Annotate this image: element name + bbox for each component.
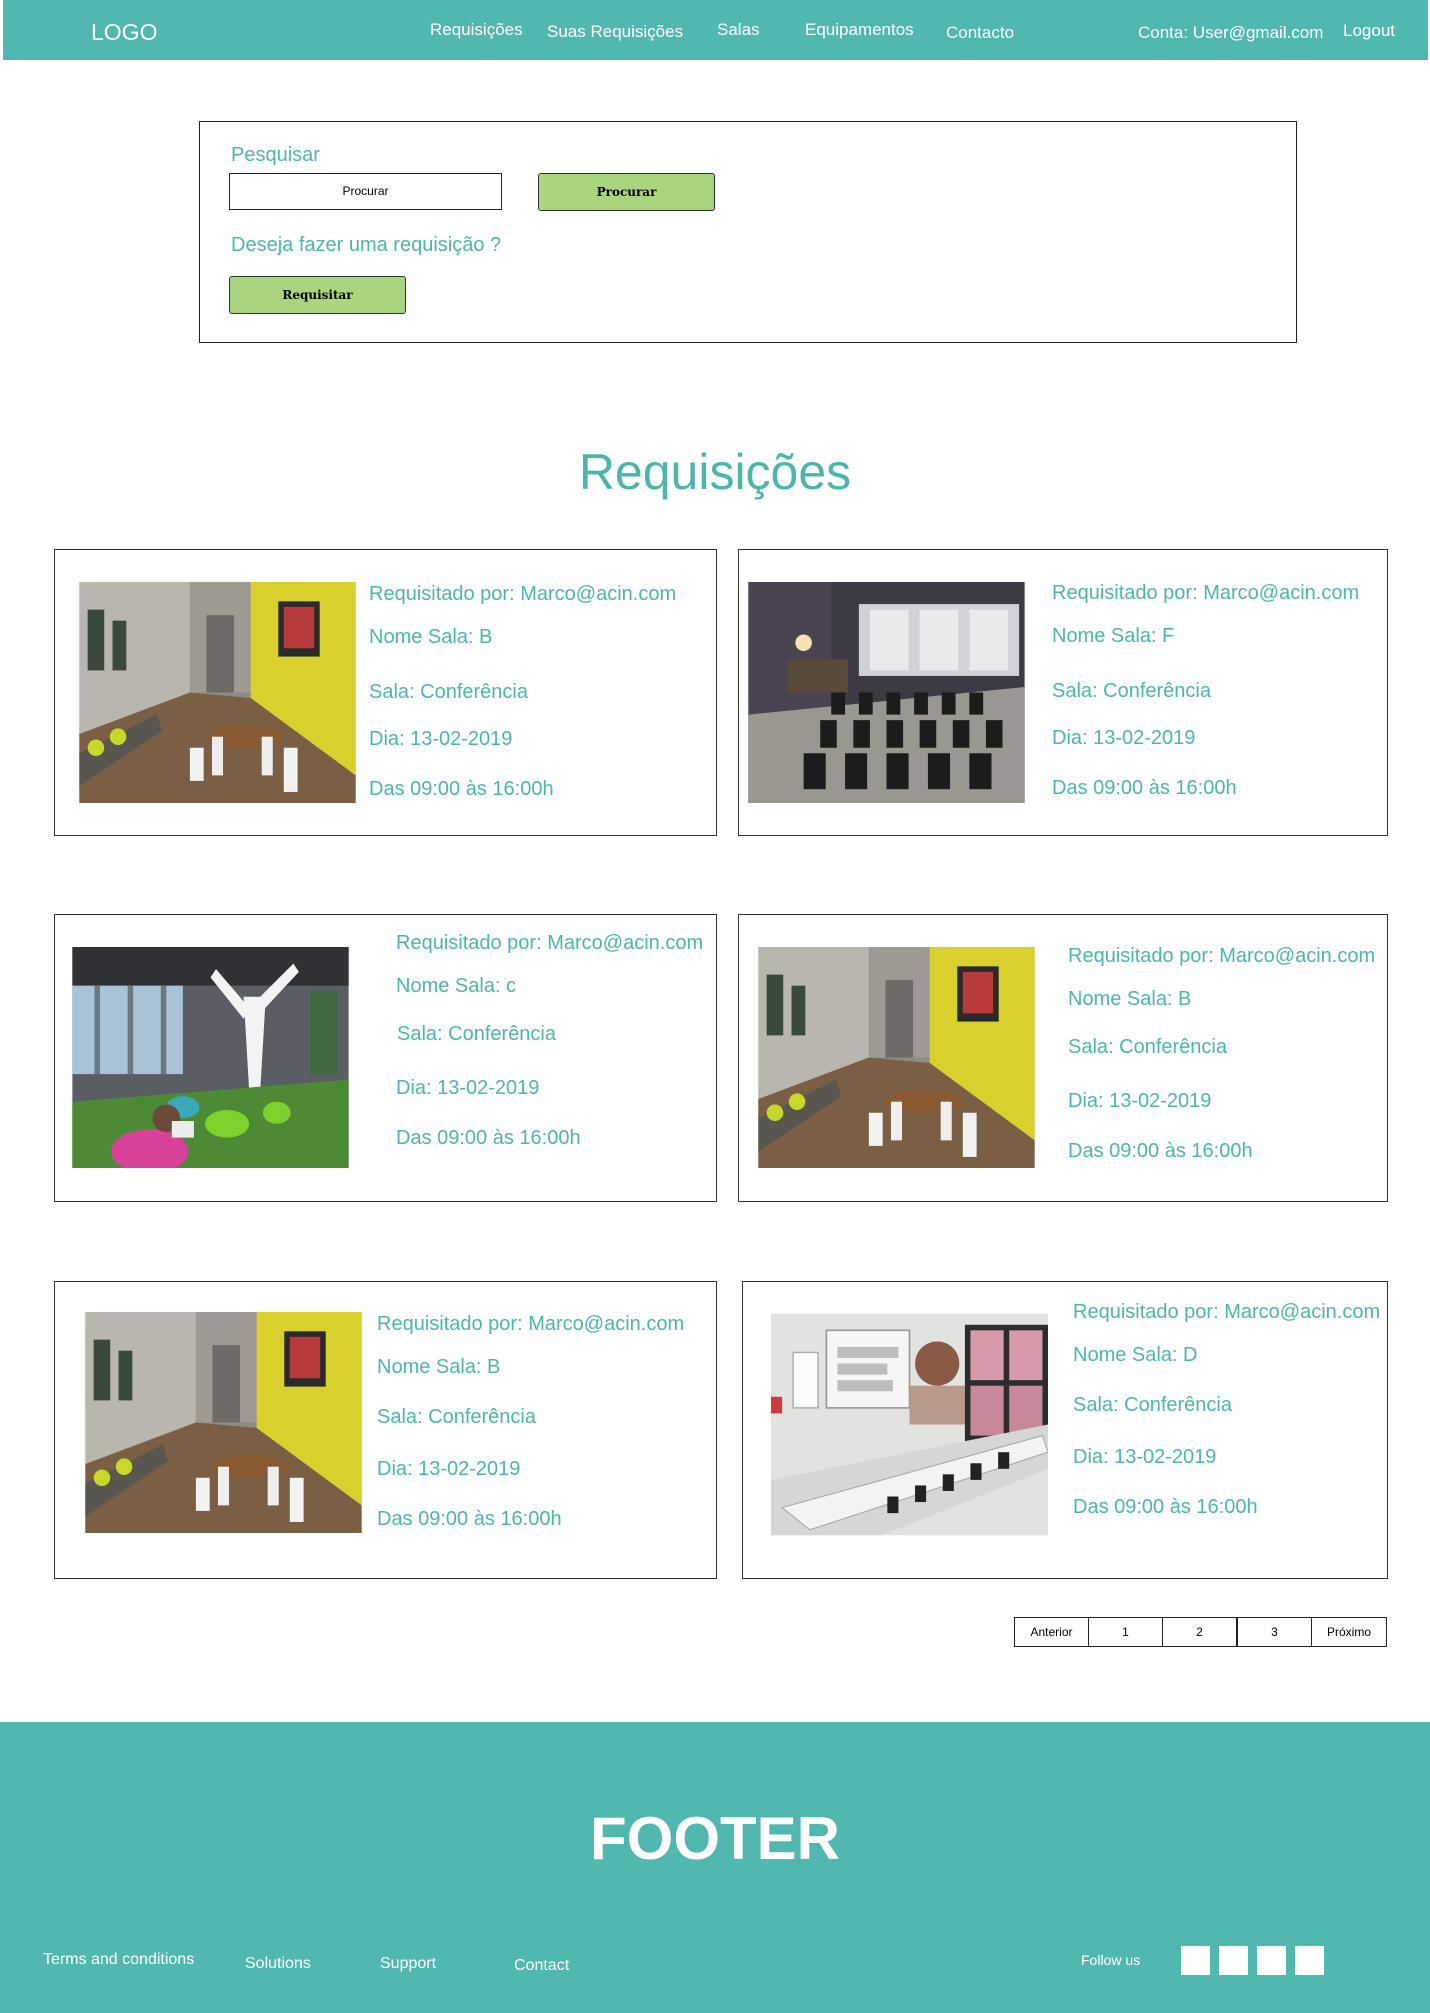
request-day: Dia: 13-02-2019: [377, 1458, 521, 1480]
room-photo: [748, 582, 1025, 803]
pagination-page-3[interactable]: 3: [1237, 1617, 1312, 1647]
room-name: Nome Sala: B: [1068, 988, 1192, 1010]
search-button[interactable]: Procurar: [538, 173, 715, 211]
logout-link[interactable]: Logout: [1343, 21, 1395, 41]
room-name: Nome Sala: D: [1073, 1344, 1198, 1366]
request-day: Dia: 13-02-2019: [396, 1077, 540, 1099]
room-photo: [758, 947, 1035, 1168]
room-type: Sala: Conferência: [1073, 1394, 1232, 1416]
room-name: Nome Sala: B: [369, 626, 493, 648]
page-title: Requisições: [578, 444, 852, 500]
request-hours: Das 09:00 às 16:00h: [396, 1127, 581, 1149]
nav-suas-requisicoes[interactable]: Suas Requisições: [547, 22, 683, 42]
pagination-next[interactable]: Próximo: [1311, 1617, 1387, 1647]
footer-link-support[interactable]: Support: [380, 1955, 436, 1973]
request-card[interactable]: Requisitado por: Marco@acin.com Nome Sal…: [54, 1281, 717, 1579]
request-day: Dia: 13-02-2019: [1068, 1090, 1212, 1112]
social-icon[interactable]: [1181, 1946, 1210, 1975]
social-icon[interactable]: [1219, 1946, 1248, 1975]
room-name: Nome Sala: c: [396, 975, 517, 997]
nav-equipamentos[interactable]: Equipamentos: [805, 20, 914, 40]
room-type: Sala: Conferência: [1052, 680, 1211, 702]
footer-title: FOOTER: [590, 1805, 840, 1872]
room-type: Sala: Conferência: [369, 681, 528, 703]
pagination-prev[interactable]: Anterior: [1014, 1617, 1089, 1647]
room-type: Sala: Conferência: [377, 1406, 536, 1428]
requested-by: Requisitado por: Marco@acin.com: [1073, 1301, 1381, 1323]
requested-by: Requisitado por: Marco@acin.com: [377, 1313, 685, 1335]
social-icon[interactable]: [1257, 1946, 1286, 1975]
requested-by: Requisitado por: Marco@acin.com: [1052, 582, 1360, 604]
pagination-page-2[interactable]: 2: [1162, 1617, 1237, 1647]
account-label[interactable]: Conta: User@gmail.com: [1138, 23, 1323, 43]
request-button[interactable]: Requisitar: [229, 276, 406, 314]
requested-by: Requisitado por: Marco@acin.com: [396, 932, 704, 954]
room-photo: [79, 582, 356, 803]
request-day: Dia: 13-02-2019: [1073, 1446, 1217, 1468]
nav-contacto[interactable]: Contacto: [946, 23, 1014, 43]
footer-link-contact[interactable]: Contact: [514, 1957, 569, 1975]
logo[interactable]: LOGO: [91, 19, 157, 46]
room-name: Nome Sala: F: [1052, 625, 1175, 647]
request-prompt: Deseja fazer uma requisição ?: [231, 234, 502, 256]
request-card[interactable]: Requisitado por: Marco@acin.com Nome Sal…: [742, 1281, 1388, 1579]
footer-link-solutions[interactable]: Solutions: [245, 1955, 311, 1973]
request-card[interactable]: Requisitado por: Marco@acin.com Nome Sal…: [738, 914, 1388, 1202]
footer-link-terms[interactable]: Terms and conditions: [43, 1951, 194, 1969]
search-input[interactable]: Procurar: [229, 173, 502, 210]
room-name: Nome Sala: B: [377, 1356, 501, 1378]
room-type: Sala: Conferência: [397, 1023, 556, 1045]
pagination-page-1[interactable]: 1: [1088, 1617, 1163, 1647]
room-photo: [771, 1312, 1048, 1537]
nav-requisicoes[interactable]: Requisições: [430, 20, 523, 40]
request-hours: Das 09:00 às 16:00h: [1052, 777, 1237, 799]
request-card[interactable]: Requisitado por: Marco@acin.com Nome Sal…: [54, 549, 717, 836]
request-day: Dia: 13-02-2019: [369, 728, 513, 750]
request-hours: Das 09:00 às 16:00h: [1068, 1140, 1253, 1162]
room-photo: [85, 1312, 362, 1533]
social-icon[interactable]: [1295, 1946, 1324, 1975]
request-card[interactable]: Requisitado por: Marco@acin.com Nome Sal…: [54, 914, 717, 1202]
room-photo: [72, 947, 349, 1168]
request-hours: Das 09:00 às 16:00h: [1073, 1496, 1258, 1518]
request-hours: Das 09:00 às 16:00h: [369, 778, 554, 800]
search-heading: Pesquisar: [231, 144, 320, 166]
requested-by: Requisitado por: Marco@acin.com: [1068, 945, 1376, 967]
requested-by: Requisitado por: Marco@acin.com: [369, 583, 677, 605]
nav-salas[interactable]: Salas: [717, 20, 760, 40]
request-day: Dia: 13-02-2019: [1052, 727, 1196, 749]
request-card[interactable]: Requisitado por: Marco@acin.com Nome Sal…: [738, 549, 1388, 836]
room-type: Sala: Conferência: [1068, 1036, 1227, 1058]
request-hours: Das 09:00 às 16:00h: [377, 1508, 562, 1530]
follow-us-label: Follow us: [1081, 1952, 1141, 1968]
